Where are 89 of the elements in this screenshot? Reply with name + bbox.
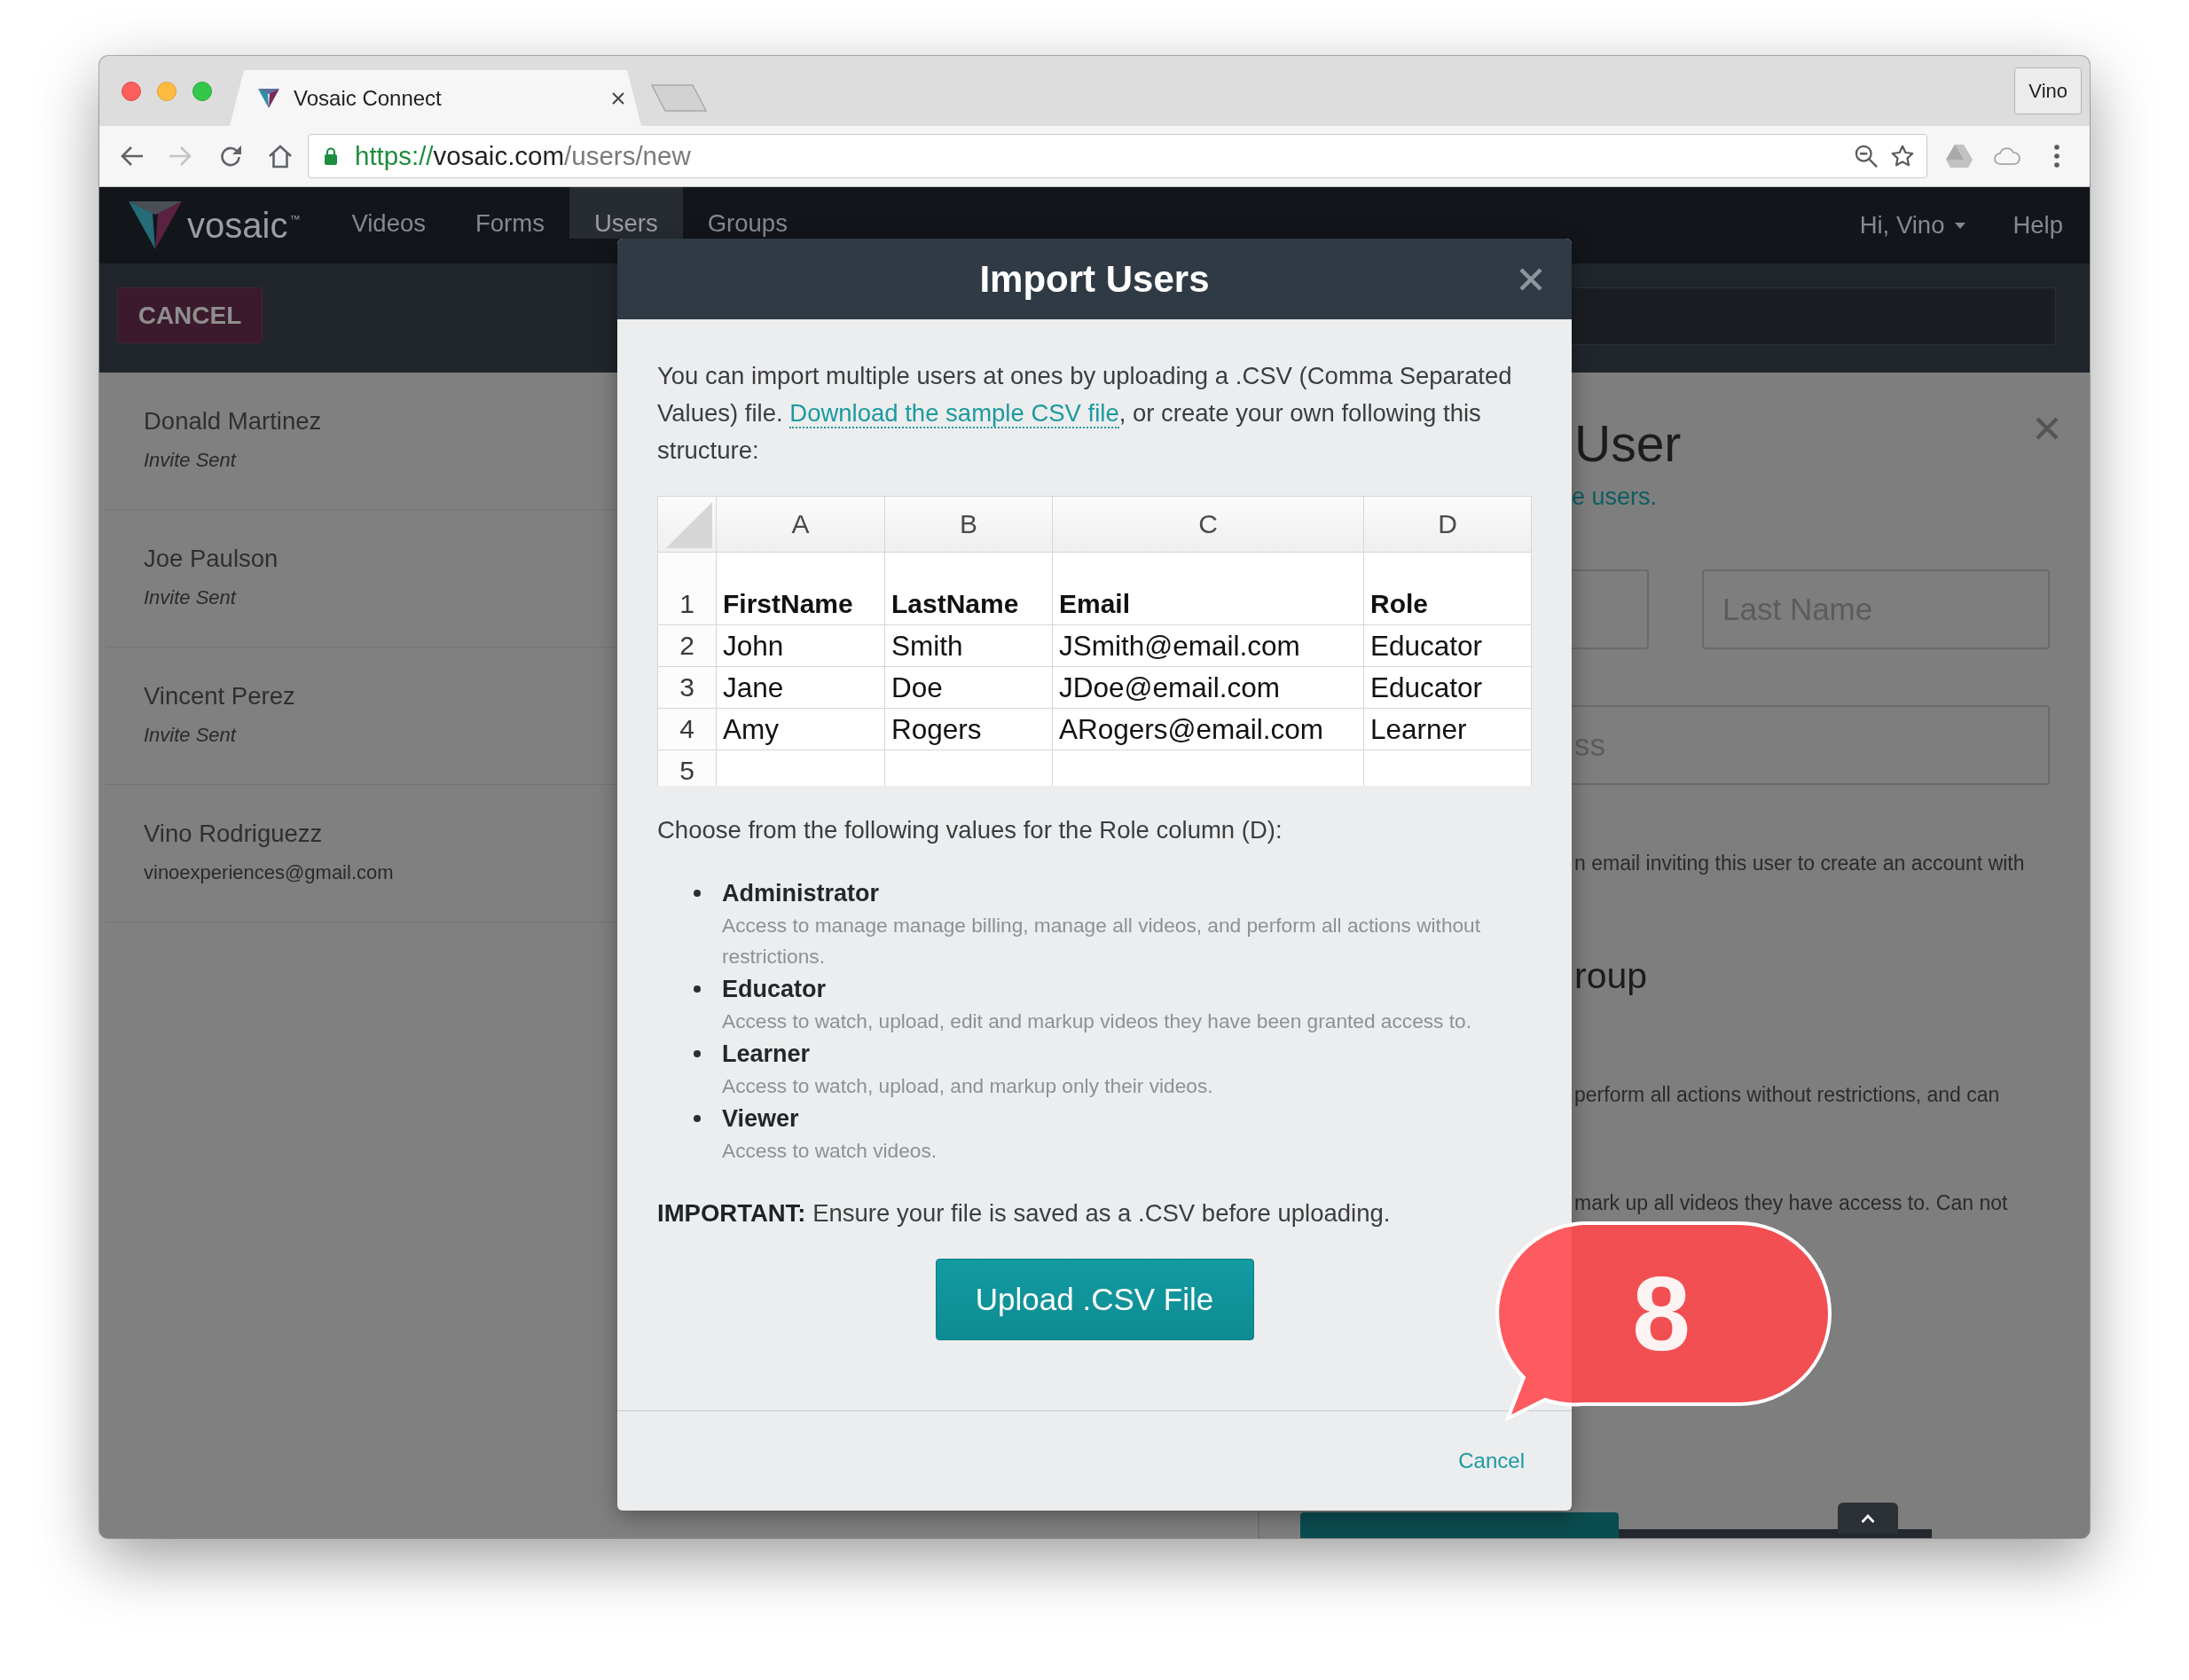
table-cell: LastName — [885, 553, 1053, 625]
bullet-icon — [694, 890, 701, 897]
role-name: Administrator — [722, 879, 880, 908]
cancel-link[interactable]: Cancel — [1458, 1448, 1525, 1473]
upload-button[interactable]: Upload .CSV File — [935, 1259, 1254, 1340]
address-bar[interactable]: https://vosaic.com/users/new — [308, 134, 1927, 178]
table-cell: Jane — [717, 667, 885, 709]
row-number: 2 — [658, 625, 717, 667]
lock-icon — [324, 147, 338, 165]
panel-title: User — [1573, 414, 1682, 473]
profile-button[interactable]: Vino — [2014, 67, 2082, 114]
close-icon[interactable] — [612, 91, 624, 105]
help-link[interactable]: Help — [2012, 187, 2063, 263]
help-text: n email inviting this user to create an account with — [1573, 851, 2025, 876]
sample-csv-link[interactable]: Download the sample CSV file — [789, 399, 1119, 428]
nav-tab[interactable]: Videos — [326, 187, 451, 239]
table-cell: JSmith@email.com — [1053, 625, 1364, 667]
column-header: B — [885, 497, 1053, 553]
table-cell: JDoe@email.com — [1053, 667, 1364, 709]
reload-icon[interactable] — [218, 144, 243, 169]
role-name: Educator — [722, 975, 827, 1004]
bullet-icon — [694, 985, 701, 993]
section-heading: roup — [1573, 954, 1648, 998]
menu-icon[interactable] — [2054, 145, 2060, 168]
window-minimize-button[interactable] — [157, 81, 177, 101]
table-cell: ARogers@email.com — [1053, 709, 1364, 750]
table-cell: FirstName — [717, 553, 885, 625]
user-name: Joe Paulson — [144, 544, 279, 574]
scroll-top-button[interactable] — [1838, 1503, 1898, 1534]
star-icon[interactable] — [1891, 145, 1914, 168]
description-text: perform all actions without restrictions, and can — [1573, 1082, 2000, 1108]
user-name: Vino Rodriguezz — [144, 819, 323, 849]
table-cell: Doe — [885, 667, 1053, 709]
invite-status: Invite Sent — [144, 723, 236, 748]
description-text: mark up all videos they have access to. Can not — [1573, 1190, 2008, 1216]
cloud-icon[interactable] — [1993, 147, 2021, 165]
table-cell: Amy — [717, 709, 885, 750]
zoom-out-icon[interactable] — [1855, 145, 1878, 168]
role-description: Access to watch, upload, and markup only their videos. — [722, 1073, 1214, 1099]
intro-text: You can import multiple users at ones by uploading a .CSV (Comma Separated Values) file. Download the sample CSV file, or create your own following this structure: — [657, 361, 1513, 466]
caret-icon — [1955, 222, 1966, 229]
home-icon[interactable] — [268, 144, 293, 169]
table-cell: Email — [1053, 553, 1364, 625]
input-field[interactable] — [1572, 287, 2056, 345]
role-description: Access to manage manage billing, manage all videos, and perform all actions without restrictions. — [722, 913, 1482, 970]
role-description: Access to watch, upload, edit and markup videos they have been granted access to. — [722, 1009, 1472, 1034]
table-cell: Educator — [1364, 625, 1532, 667]
window-zoom-button[interactable] — [192, 81, 212, 101]
column-header: D — [1364, 497, 1532, 553]
drive-icon[interactable] — [1946, 145, 1973, 168]
table-cell: Smith — [885, 625, 1053, 667]
user-menu[interactable]: Hi, Vino — [1859, 187, 1966, 263]
column-header: C — [1053, 497, 1364, 553]
window-close-button[interactable] — [122, 81, 141, 101]
role-name: Learner — [722, 1040, 811, 1069]
user-name: Donald Martinez — [144, 406, 322, 436]
logo-icon — [258, 88, 279, 108]
chevron-up-icon — [1861, 1513, 1875, 1523]
role-name: Viewer — [722, 1104, 799, 1134]
cancel-button[interactable]: CANCEL — [117, 287, 263, 343]
row-number: 4 — [658, 709, 717, 750]
table-cell: Role — [1364, 553, 1532, 625]
close-icon[interactable] — [1519, 267, 1542, 291]
browser-tab[interactable]: Vosaic Connect — [230, 70, 641, 126]
important-note: IMPORTANT: Ensure your file is saved as a .CSV before uploading. — [657, 1198, 1391, 1229]
row-number: 3 — [658, 667, 717, 709]
nav-tab[interactable]: Users — [569, 187, 683, 239]
instruction-text: Choose from the following values for the Role column (D): — [657, 815, 1283, 845]
dialog-title: Import Users — [979, 257, 1210, 301]
user-email: vinoexperiences@gmail.com — [144, 860, 394, 885]
nav-tab[interactable]: Groups — [682, 187, 812, 239]
invite-status: Invite Sent — [144, 448, 236, 473]
logo-text: vosaic$^{™}$ — [187, 205, 301, 246]
nav-tab[interactable]: Forms — [451, 187, 569, 239]
row-number: 1 — [658, 553, 717, 625]
table-cell: Educator — [1364, 667, 1532, 709]
logo-icon — [129, 201, 182, 249]
step-number: 8 — [1632, 1261, 1691, 1366]
column-header: A — [717, 497, 885, 553]
user-name: Vincent Perez — [144, 681, 295, 711]
table-cell: John — [717, 625, 885, 667]
table-cell: Learner — [1364, 709, 1532, 750]
role-description: Access to watch videos. — [722, 1138, 938, 1164]
new-tab-button[interactable] — [651, 84, 707, 112]
bullet-icon — [694, 1115, 701, 1122]
table-cell: Rogers — [885, 709, 1053, 750]
bullet-icon — [694, 1050, 701, 1057]
invite-status: Invite Sent — [144, 585, 236, 610]
corner-triangle-icon — [666, 502, 712, 548]
